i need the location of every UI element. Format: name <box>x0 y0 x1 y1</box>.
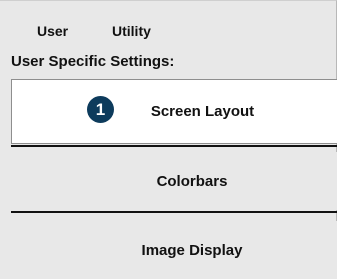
colorbars-button[interactable]: Colorbars <box>11 152 337 210</box>
menu-user[interactable]: User <box>37 23 68 39</box>
menu-bar: User Utility <box>0 1 337 41</box>
image-display-label: Image Display <box>141 241 243 259</box>
menu-utility[interactable]: Utility <box>112 23 151 39</box>
colorbars-label: Colorbars <box>156 172 228 190</box>
divider <box>11 145 337 147</box>
image-display-button[interactable]: Image Display <box>11 221 337 279</box>
screen-layout-label: Screen Layout <box>150 103 255 120</box>
divider <box>11 211 337 213</box>
screen-layout-button[interactable]: 1 Screen Layout <box>11 79 337 144</box>
settings-panel: User Utility User Specific Settings: 1 S… <box>0 0 337 279</box>
step-badge: 1 <box>87 96 114 123</box>
section-heading: User Specific Settings: <box>11 53 175 70</box>
